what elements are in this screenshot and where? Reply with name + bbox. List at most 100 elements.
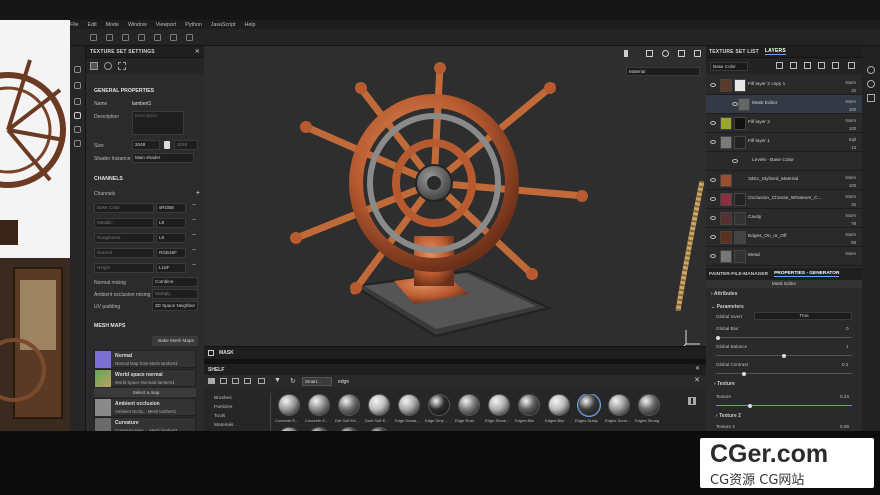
remove-channel-icon[interactable]: − <box>192 202 196 209</box>
clone-tool-icon[interactable] <box>170 34 177 41</box>
visibility-eye-icon[interactable] <box>710 235 716 239</box>
blend-mode[interactable]: Norm <box>845 117 856 125</box>
display-icon[interactable] <box>74 82 81 89</box>
lock-icon[interactable] <box>164 141 170 149</box>
uv-tab-icon[interactable] <box>118 62 126 70</box>
layer-row[interactable]: Levels - Base Color <box>706 152 862 171</box>
history-icon[interactable] <box>74 98 81 105</box>
material-preset-icon[interactable] <box>488 394 510 416</box>
visibility-eye-icon[interactable] <box>710 121 716 125</box>
mask-thumbnail[interactable] <box>734 79 746 92</box>
new-folder-icon[interactable] <box>220 378 227 384</box>
material-preset-icon[interactable] <box>278 394 300 416</box>
visibility-eye-icon[interactable] <box>710 178 716 182</box>
layer-blend-opacity[interactable]: Norm 89 <box>845 231 856 247</box>
grid-view-icon[interactable] <box>688 397 696 405</box>
mask-thumbnail[interactable] <box>734 136 746 149</box>
mask-thumbnail[interactable] <box>734 193 746 206</box>
mask-thumbnail[interactable] <box>734 117 746 130</box>
settings-icon[interactable] <box>74 66 81 73</box>
menu-help[interactable]: Help <box>245 22 256 28</box>
global-invert-toggle[interactable]: True <box>754 312 852 320</box>
search-filter-tag[interactable]: Smart... <box>302 377 332 386</box>
bake-icon[interactable] <box>74 126 81 133</box>
remove-channel-icon[interactable]: − <box>192 247 196 254</box>
blend-mode[interactable]: Norm <box>845 250 856 258</box>
layer-blend-opacity[interactable]: Norm 100 <box>845 174 856 190</box>
menu-python[interactable]: Python <box>185 22 202 28</box>
log-icon[interactable] <box>74 140 81 147</box>
texture-list-dock-icon[interactable] <box>867 94 875 102</box>
add-mask-icon[interactable] <box>790 62 797 69</box>
layer-row[interactable]: Edges_On_or_Off Norm 89 <box>706 228 862 247</box>
texture-section[interactable]: › Texture <box>714 381 735 387</box>
slider-knob[interactable] <box>747 403 752 408</box>
projection-tool-icon[interactable] <box>122 34 129 41</box>
channel-name[interactable]: Normal <box>94 248 154 258</box>
visibility-eye-icon[interactable] <box>710 140 716 144</box>
material-preset-icon[interactable] <box>398 394 420 416</box>
channel-dropdown[interactable]: Base Color <box>710 62 748 71</box>
channel-name[interactable]: Height <box>94 263 154 273</box>
add-channel-icon[interactable]: + <box>196 190 200 197</box>
ao-mixing-dropdown[interactable]: Multiply <box>152 289 198 299</box>
material-preset-icon[interactable] <box>458 394 480 416</box>
attributes-section[interactable]: › Attributes <box>711 291 738 297</box>
material-tab-icon[interactable] <box>104 62 112 70</box>
mesh-map-slot[interactable]: World space normal World Space Normals l… <box>94 369 196 387</box>
eraser-tool-icon[interactable] <box>106 34 113 41</box>
layer-row[interactable]: Occlusion_Choose_Whatever_C... Norm 26 <box>706 190 862 209</box>
blend-mode[interactable]: Norm <box>845 174 856 182</box>
layer-opacity[interactable]: 26 <box>845 201 856 209</box>
category-materials[interactable]: Materials <box>214 421 233 430</box>
channel-format[interactable]: L16F <box>156 263 186 273</box>
polygon-fill-icon[interactable] <box>138 34 145 41</box>
normal-mixing-dropdown[interactable]: Combine <box>152 277 198 287</box>
blend-mode[interactable]: Norm <box>845 193 856 201</box>
menu-javascript[interactable]: JavaScript <box>211 22 236 28</box>
shelf-search-input[interactable]: edge <box>338 379 349 385</box>
blend-mode[interactable]: Norm <box>845 79 856 87</box>
material-preset-icon[interactable] <box>308 394 330 416</box>
brush-tool-icon[interactable] <box>90 34 97 41</box>
remove-channel-icon[interactable]: − <box>192 217 196 224</box>
size-dropdown[interactable]: 2048 <box>132 140 160 150</box>
tab-painter-file-manager[interactable]: PAINTER-FILE-MANAGER <box>709 272 768 277</box>
smudge-tool-icon[interactable] <box>154 34 161 41</box>
tab-texture-set-list[interactable]: TEXTURE SET LIST <box>709 49 759 55</box>
close-icon[interactable]: ✕ <box>695 365 700 372</box>
channel-format[interactable]: L8 <box>156 233 186 243</box>
layer-row[interactable]: 3dEx_Stylized_Material Norm 100 <box>706 171 862 190</box>
filter-icon[interactable]: ▼ <box>274 377 281 384</box>
blend-mode[interactable]: Sqlt <box>849 136 856 144</box>
picker-tool-icon[interactable] <box>186 34 193 41</box>
material-preset-icon[interactable] <box>608 394 630 416</box>
folder-icon[interactable] <box>208 378 215 384</box>
channel-format[interactable]: L8 <box>156 218 186 228</box>
save-icon[interactable] <box>232 378 239 384</box>
material-preset-icon[interactable] <box>638 394 660 416</box>
texture-set-tab-icon[interactable] <box>90 62 98 70</box>
clear-search-icon[interactable]: ✕ <box>694 376 700 384</box>
layer-opacity[interactable]: 32 <box>845 87 856 95</box>
global-balance-slider[interactable] <box>716 353 852 358</box>
channel-name[interactable]: Base Color <box>94 203 154 213</box>
mask-thumbnail[interactable] <box>734 231 746 244</box>
global-contrast-slider[interactable] <box>716 371 852 376</box>
layer-row[interactable]: Cavity Norm 78 <box>706 209 862 228</box>
tab-properties-generator[interactable]: PROPERTIES - GENERATOR <box>774 271 840 277</box>
delete-layer-icon[interactable] <box>848 62 855 69</box>
menu-viewport[interactable]: Viewport <box>156 22 177 28</box>
layer-row[interactable]: Fill layer 1 Sqlt 13 <box>706 133 862 152</box>
mesh-map-slot[interactable]: Normal Normal Map from Mesh lambert1 <box>94 350 196 368</box>
texture-set-icon[interactable] <box>74 112 81 119</box>
menu-window[interactable]: Window <box>128 22 147 28</box>
visibility-eye-icon[interactable] <box>710 83 716 87</box>
slider-knob[interactable] <box>782 353 786 358</box>
add-effect-icon[interactable] <box>776 62 783 69</box>
add-fill-layer-icon[interactable] <box>804 62 811 69</box>
layer-row[interactable]: Fill layer 2 Norm 100 <box>706 114 862 133</box>
bake-mesh-maps-button[interactable]: Bake Mesh Maps <box>152 336 198 346</box>
layer-opacity[interactable]: 13 <box>849 144 856 152</box>
mesh-map-slot[interactable]: Ambient occlusion Ambient Occlu... Mesh … <box>94 398 196 416</box>
